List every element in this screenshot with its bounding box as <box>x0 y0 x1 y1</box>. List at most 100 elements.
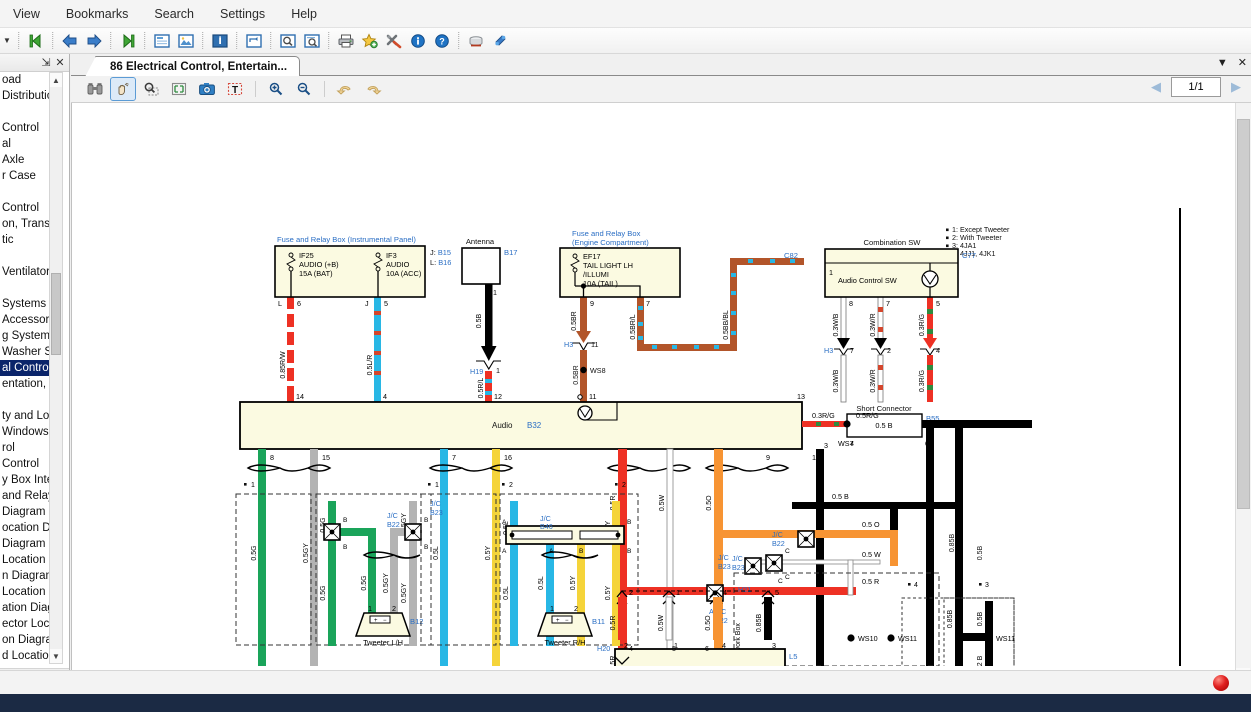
block-subtitle: (Engine Compartment) <box>572 238 649 247</box>
close-icon[interactable]: ✕ <box>53 55 67 71</box>
canvas-vertical-scrollbar[interactable]: ▼ <box>1235 103 1251 682</box>
sidebar-item[interactable]: and Relay B <box>0 488 56 504</box>
jc-id: B46 <box>540 522 553 531</box>
sidebar-item[interactable]: Systems <box>0 296 56 312</box>
sidebar-item[interactable]: ocation Dia <box>0 520 56 536</box>
refresh-icon[interactable] <box>243 30 265 52</box>
fuse-name: AUDIO (+B) <box>299 260 339 269</box>
link-icon[interactable] <box>489 30 511 52</box>
sidebar-item[interactable]: ector Locatic <box>0 616 56 632</box>
page-view-icon[interactable] <box>151 30 173 52</box>
sidebar-item[interactable]: ation Diagra <box>0 600 56 616</box>
sidebar-item[interactable]: Location Dia <box>0 552 56 568</box>
zoom-window-icon[interactable] <box>301 30 323 52</box>
sidebar-item[interactable]: ty and Lock <box>0 408 56 424</box>
zoom-out-icon[interactable] <box>292 78 316 100</box>
sidebar-body: oad DistributionControlal Axler CaseCont… <box>0 72 69 684</box>
svg-text:−: − <box>383 618 387 624</box>
close-icon[interactable]: ✕ <box>1238 56 1247 69</box>
database-icon[interactable] <box>465 30 487 52</box>
sidebar-item[interactable]: Washer Sys <box>0 344 56 360</box>
diagram-canvas[interactable]: 1: Except Tweeter 2: With Tweeter 3: 4JA… <box>72 103 1236 666</box>
info-icon[interactable] <box>407 30 429 52</box>
page-indicator[interactable]: 1/1 <box>1171 77 1221 97</box>
sidebar-item[interactable]: Distribution <box>0 88 56 104</box>
svg-text:?: ? <box>439 36 445 46</box>
chevron-up-icon[interactable]: ▲ <box>50 73 62 87</box>
snapshot-camera-icon[interactable] <box>195 78 219 100</box>
harness-joint: H3 <box>564 340 573 349</box>
sidebar-item[interactable]: rol <box>0 440 56 456</box>
undo-icon[interactable] <box>333 78 357 100</box>
right-arrow-icon[interactable]: ▶ <box>1227 79 1245 95</box>
sidebar-item[interactable]: d Location I <box>0 648 56 664</box>
sidebar-item[interactable]: Control <box>0 456 56 472</box>
redo-icon[interactable] <box>361 78 385 100</box>
sidebar-item[interactable] <box>0 280 56 296</box>
forward-arrow-icon[interactable] <box>83 30 105 52</box>
sidebar-item[interactable]: on Diagram <box>0 632 56 648</box>
sidebar-item[interactable]: r Case <box>0 168 56 184</box>
record-indicator-icon[interactable] <box>1213 675 1229 691</box>
back-arrow-icon[interactable] <box>59 30 81 52</box>
sidebar-item[interactable]: n Diagram <box>0 568 56 584</box>
sidebar-item[interactable]: on, Transax <box>0 216 56 232</box>
sidebar-item[interactable] <box>0 248 56 264</box>
help-icon[interactable]: ? <box>431 30 453 52</box>
menu-search[interactable]: Search <box>141 3 207 25</box>
menu-view[interactable]: View <box>0 3 53 25</box>
sidebar-item[interactable]: Diagram <box>0 536 56 552</box>
sidebar-item[interactable]: Ventilator, . <box>0 264 56 280</box>
sidebar-tree[interactable]: oad DistributionControlal Axler CaseCont… <box>0 72 56 664</box>
binoculars-icon[interactable] <box>83 78 107 100</box>
sidebar-item[interactable]: Windows, <box>0 424 56 440</box>
sidebar-item[interactable] <box>0 392 56 408</box>
sidebar-item[interactable]: Control <box>0 200 56 216</box>
add-bookmark-icon[interactable] <box>359 30 381 52</box>
tools-icon[interactable] <box>383 30 405 52</box>
harness-joint: H20 <box>597 644 610 653</box>
fit-page-icon[interactable] <box>167 78 191 100</box>
pin-icon[interactable]: ⇲ <box>39 55 53 71</box>
ground-point <box>847 634 854 641</box>
sidebar-vertical-scrollbar[interactable]: ▲ ▼ <box>49 72 63 664</box>
sidebar-item[interactable]: al <box>0 136 56 152</box>
sidebar-item[interactable]: Diagram <box>0 504 56 520</box>
menu-bookmarks[interactable]: Bookmarks <box>53 3 142 25</box>
zoom-page-icon[interactable] <box>277 30 299 52</box>
connector-id: L5 <box>789 652 797 661</box>
info-panel-icon[interactable] <box>209 30 231 52</box>
image-view-icon[interactable] <box>175 30 197 52</box>
sidebar-item[interactable] <box>0 184 56 200</box>
sidebar-item[interactable]: Location Di <box>0 584 56 600</box>
pan-hand-icon[interactable] <box>111 78 135 100</box>
sidebar-item[interactable]: Accessorie <box>0 312 56 328</box>
sidebar-item[interactable]: y Box Interr <box>0 472 56 488</box>
zoom-in-icon[interactable] <box>264 78 288 100</box>
last-page-icon[interactable] <box>117 30 139 52</box>
tab-electrical-control[interactable]: 86 Electrical Control, Entertain... <box>95 56 300 76</box>
chevron-down-icon[interactable]: ▼ <box>50 649 62 663</box>
left-arrow-icon[interactable]: ◀ <box>1147 79 1165 95</box>
first-page-icon[interactable] <box>25 30 47 52</box>
sidebar-item[interactable]: g Systems <box>0 328 56 344</box>
chevron-down-icon[interactable]: ▼ <box>1217 57 1228 69</box>
zoom-select-icon[interactable] <box>139 78 163 100</box>
sidebar-item[interactable]: entation, Dr <box>0 376 56 392</box>
menu-settings[interactable]: Settings <box>207 3 278 25</box>
select-text-icon[interactable]: T <box>223 78 247 100</box>
svg-text:2: 2 <box>392 604 396 613</box>
harness-joint: H3 <box>824 346 833 355</box>
sidebar-item[interactable]: Control <box>0 120 56 136</box>
toolbar-separator <box>255 81 256 97</box>
sidebar-item[interactable]: tic <box>0 232 56 248</box>
dropdown-arrow-icon[interactable]: ▼ <box>0 36 14 45</box>
scrollbar-thumb[interactable] <box>51 273 61 355</box>
menu-help[interactable]: Help <box>278 3 330 25</box>
sidebar-item[interactable]: Axle <box>0 152 56 168</box>
sidebar-item-selected[interactable]: al Control, E <box>0 360 56 376</box>
scrollbar-thumb[interactable] <box>1237 119 1250 509</box>
print-icon[interactable] <box>335 30 357 52</box>
sidebar-item[interactable] <box>0 104 56 120</box>
sidebar-item[interactable]: oad <box>0 72 56 88</box>
